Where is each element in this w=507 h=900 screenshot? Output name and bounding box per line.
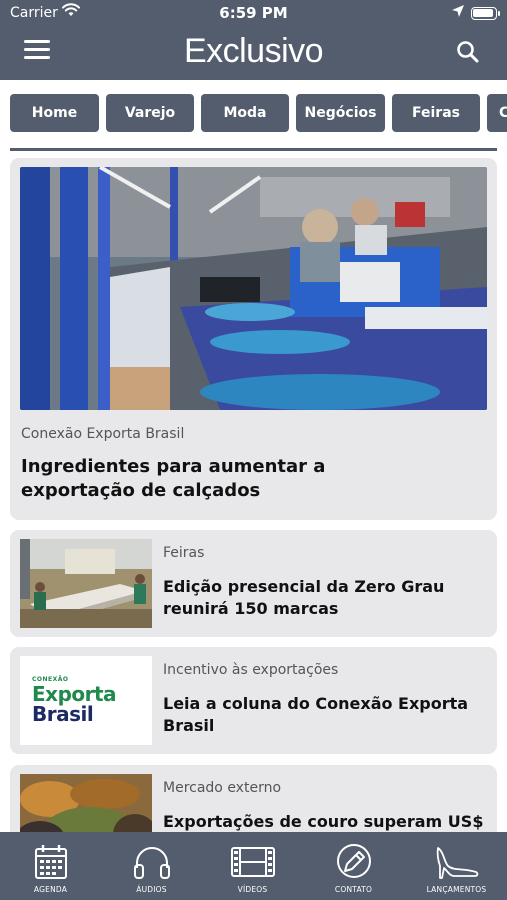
- search-icon[interactable]: [455, 39, 481, 65]
- article-card[interactable]: Feiras Edição presencial da Zero Grau re…: [10, 530, 497, 637]
- tab-varejo[interactable]: Varejo: [106, 94, 194, 132]
- nav-label: VÍDEOS: [237, 885, 268, 894]
- nav-videos[interactable]: VÍDEOS: [202, 832, 303, 900]
- article-headline: Leia a coluna do Conexão Exporta Brasil: [163, 694, 469, 735]
- featured-article-headline: Ingredientes para aumentar a exportação …: [21, 456, 326, 501]
- nav-lancamentos[interactable]: LANÇAMENTOS: [406, 832, 507, 900]
- status-time: 6:59 PM: [219, 4, 288, 22]
- calendar-icon: [34, 845, 67, 879]
- bottom-navigation: AGENDA ÁUDIOS VÍDEOS CONTATO LANÇAMENTOS: [0, 832, 507, 900]
- article-headline: Edição presencial da Zero Grau reunirá 1…: [163, 577, 445, 618]
- nav-contato[interactable]: CONTATO: [303, 832, 404, 900]
- film-icon: [230, 847, 275, 877]
- exporta-brasil-logo: CONEXÃO Exporta Brasil: [20, 656, 152, 745]
- article-card[interactable]: CONEXÃO Exporta Brasil Incentivo às expo…: [10, 647, 497, 754]
- article-category: Incentivo às exportações: [163, 662, 339, 678]
- tab-partial[interactable]: C: [487, 94, 507, 132]
- top-app-bar: Carrier 6:59 PM Exclusivo: [0, 0, 507, 80]
- article-category: Mercado externo: [163, 780, 282, 796]
- pen-icon: [336, 844, 371, 878]
- featured-article-category: Conexão Exporta Brasil: [21, 426, 185, 442]
- featured-article-card[interactable]: Conexão Exporta Brasil Ingredientes para…: [10, 158, 497, 520]
- nav-label: CONTATO: [334, 885, 373, 894]
- battery-icon: [471, 7, 500, 20]
- logo-line-2: Brasil: [32, 702, 94, 726]
- tab-moda[interactable]: Moda: [201, 94, 289, 132]
- article-thumbnail: [20, 539, 152, 628]
- high-heel-icon: [436, 847, 478, 879]
- app-title: Exclusivo: [183, 32, 324, 70]
- logo-line-1: Exporta: [32, 682, 117, 706]
- nav-label: ÁUDIOS: [136, 885, 167, 894]
- tabs-divider: [10, 148, 497, 151]
- tab-negocios[interactable]: Negócios: [296, 94, 385, 132]
- featured-article-image: [20, 167, 487, 410]
- nav-audios[interactable]: ÁUDIOS: [101, 832, 202, 900]
- nav-label: LANÇAMENTOS: [426, 885, 487, 894]
- location-arrow-icon: [452, 5, 464, 17]
- article-category: Feiras: [163, 545, 205, 561]
- category-tabs: Home Varejo Moda Negócios Feiras C: [10, 94, 507, 132]
- tab-home[interactable]: Home: [10, 94, 99, 132]
- headphones-icon: [133, 847, 170, 879]
- nav-label: AGENDA: [33, 885, 68, 894]
- article-headline: Exportações de couro superam US$: [163, 812, 484, 831]
- status-bar: Carrier 6:59 PM: [0, 0, 507, 28]
- nav-agenda[interactable]: AGENDA: [0, 832, 101, 900]
- tab-feiras[interactable]: Feiras: [392, 94, 480, 132]
